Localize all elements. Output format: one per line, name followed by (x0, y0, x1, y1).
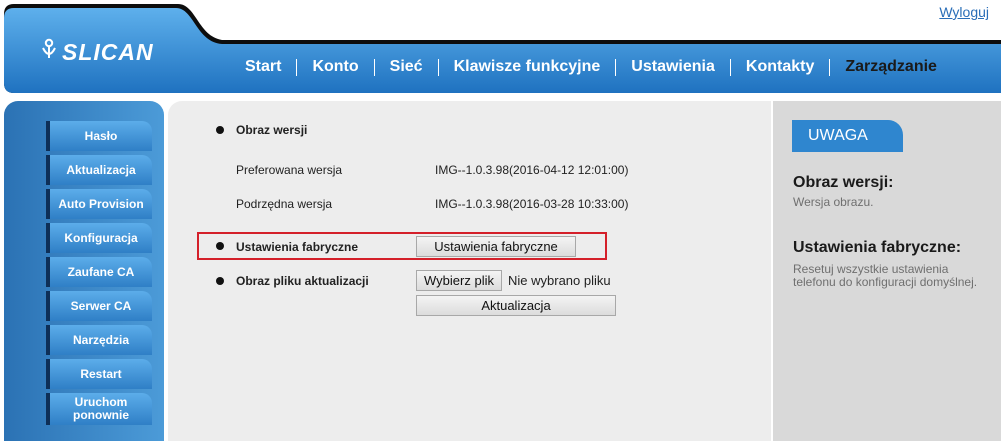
firmware-heading: Obraz wersji (236, 123, 308, 137)
bullet-icon (216, 126, 224, 134)
nav-klawisze-funkcyjne[interactable]: Klawisze funkcyjne (439, 58, 616, 76)
sidebar-item-serwer-ca[interactable]: Serwer CA (46, 291, 152, 321)
choose-file-button[interactable]: Wybierz plik (416, 270, 502, 291)
sidebar-item-konfiguracja[interactable]: Konfiguracja (46, 223, 152, 253)
nav-start[interactable]: Start (230, 58, 296, 76)
preferred-version-value: IMG--1.0.3.98(2016-04-12 12:01:00) (435, 163, 629, 177)
nav-zarzadzanie[interactable]: Zarządzanie (830, 58, 952, 76)
bullet-icon (216, 242, 224, 250)
notes-badge: UWAGA (792, 120, 903, 152)
no-file-text: Nie wybrano pliku (508, 273, 611, 288)
preferred-version-label: Preferowana wersja (236, 163, 343, 177)
sidebar-item-haslo[interactable]: Hasło (46, 121, 152, 151)
main-nav: Start Konto Sieć Klawisze funkcyjne Usta… (230, 55, 952, 79)
notes-firmware-title: Obraz wersji: (793, 174, 894, 191)
bullet-icon (216, 277, 224, 285)
sidebar-item-aktualizacja[interactable]: Aktualizacja (46, 155, 152, 185)
sidebar-item-zaufane-ca[interactable]: Zaufane CA (46, 257, 152, 287)
logout-link[interactable]: Wyloguj (939, 4, 989, 20)
main-content: Obraz wersji Preferowana wersja IMG--1.0… (168, 101, 771, 441)
notes-firmware-text: Wersja obrazu. (793, 195, 874, 209)
header: Wyloguj SLICAN Start Konto Sieć Klawisze… (0, 0, 1005, 100)
factory-reset-button[interactable]: Ustawienia fabryczne (416, 236, 576, 257)
logo-text: SLICAN (62, 38, 154, 65)
slican-logo: SLICAN (40, 37, 162, 67)
secondary-version-label: Podrzędna wersja (236, 197, 333, 211)
nav-siec[interactable]: Sieć (375, 58, 438, 76)
sidebar-item-narzedzia[interactable]: Narzędzia (46, 325, 152, 355)
sidebar-item-restart[interactable]: Restart (46, 359, 152, 389)
factory-reset-label: Ustawienia fabryczne (236, 240, 359, 254)
sidebar-item-auto-provision[interactable]: Auto Provision (46, 189, 152, 219)
sidebar: Hasło Aktualizacja Auto Provision Konfig… (4, 101, 164, 441)
nav-ustawienia[interactable]: Ustawienia (616, 58, 730, 76)
upgrade-file-label: Obraz pliku aktualizacji (236, 274, 369, 288)
secondary-version-value: IMG--1.0.3.98(2016-03-28 10:33:00) (435, 197, 629, 211)
upgrade-button[interactable]: Aktualizacja (416, 295, 616, 316)
notes-panel: UWAGA Obraz wersji: Wersja obrazu. Ustaw… (773, 101, 1001, 441)
nav-konto[interactable]: Konto (297, 58, 373, 76)
sidebar-item-uruchom-ponownie[interactable]: Uruchom ponownie (46, 393, 152, 425)
notes-factory-text: Resetuj wszystkie ustawienia telefonu do… (793, 262, 978, 289)
notes-factory-title: Ustawienia fabryczne: (793, 239, 962, 256)
logo-mark-icon (40, 38, 58, 66)
nav-kontakty[interactable]: Kontakty (731, 58, 829, 76)
